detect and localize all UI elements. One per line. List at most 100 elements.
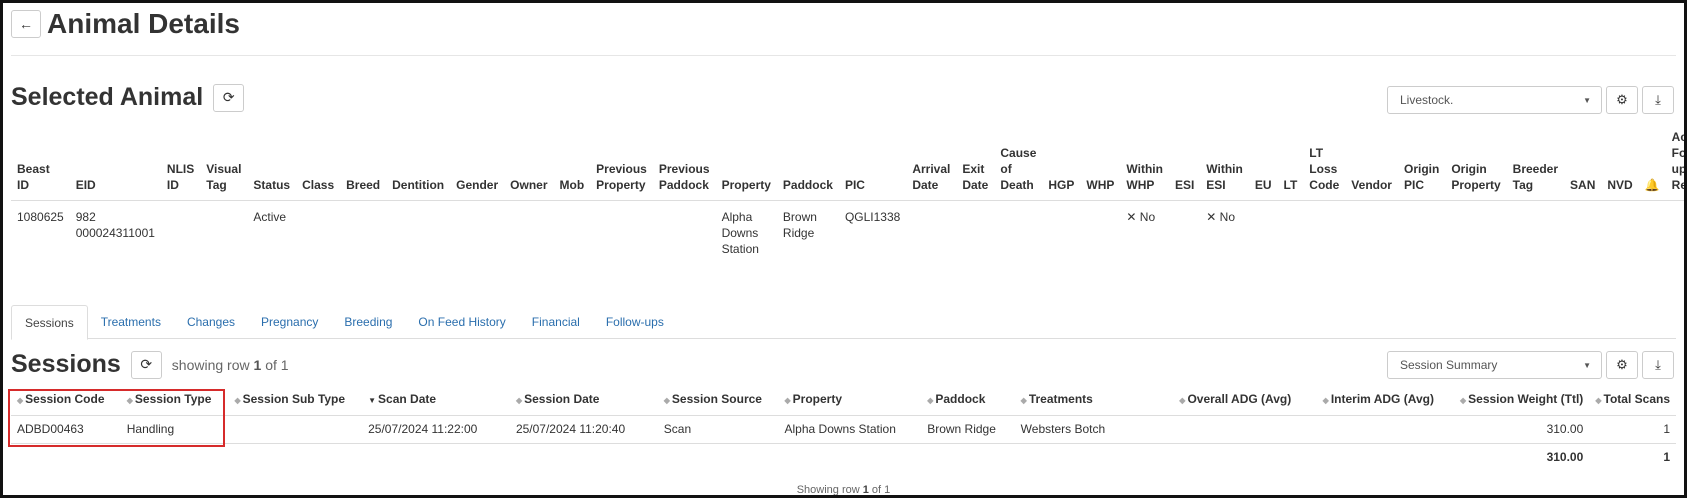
livestock-view-select[interactable]: Livestock. ▼ [1387, 86, 1602, 114]
animal-settings-button[interactable]: ⚙ [1606, 86, 1638, 114]
col-active-follow-up-reasons[interactable]: Active Follow-up Reasons [1666, 129, 1684, 201]
selected-animal-table: Beast ID EID NLIS ID Visual Tag Status C… [11, 129, 1684, 267]
col-dentition[interactable]: Dentition [386, 129, 450, 201]
animal-header-row: Beast ID EID NLIS ID Visual Tag Status C… [11, 129, 1684, 201]
sort-desc-icon: ▼ [368, 395, 377, 405]
footer-num: 1 [862, 484, 869, 496]
tab-financial[interactable]: Financial [519, 305, 593, 339]
col-nvd[interactable]: NVD [1601, 129, 1638, 201]
cell-scan-date: 25/07/2024 11:22:00 [368, 422, 478, 436]
tab-on-feed-history[interactable]: On Feed History [405, 305, 518, 339]
col-beast-id[interactable]: Beast ID [11, 129, 70, 201]
col-previous-property[interactable]: Previous Property [590, 129, 653, 201]
refresh-animal-button[interactable]: ⟳ [213, 83, 245, 112]
table-row[interactable]: ADBD00463 Handling 25/07/2024 11:22:00 2… [11, 415, 1676, 443]
col-eid[interactable]: EID [70, 129, 161, 201]
tab-changes[interactable]: Changes [174, 305, 248, 339]
col-breed[interactable]: Breed [340, 129, 386, 201]
sort-icon: ◆ [784, 395, 791, 405]
col-scan-date[interactable]: ▼ Scan Date [362, 387, 510, 415]
col-within-whp[interactable]: Within WHP [1120, 129, 1169, 201]
tab-follow-ups[interactable]: Follow-ups [593, 305, 677, 339]
col-overall-adg[interactable]: ◆ Overall ADG (Avg) [1155, 387, 1297, 415]
col-session-weight[interactable]: ◆ Session Weight (Ttl) [1440, 387, 1589, 415]
col-owner[interactable]: Owner [504, 129, 553, 201]
col-property[interactable]: Property [716, 129, 777, 201]
col-treatments-label: Treatments [1028, 391, 1093, 406]
sessions-download-button[interactable]: ⤓ [1642, 351, 1674, 379]
col-eu[interactable]: EU [1249, 129, 1278, 201]
col-vendor[interactable]: Vendor [1345, 129, 1398, 201]
sort-icon: ◆ [1460, 395, 1467, 405]
col-session-source[interactable]: ◆ Session Source [658, 387, 779, 415]
showing-prefix: showing row [171, 356, 250, 373]
col-lt-loss-code[interactable]: LT Loss Code [1303, 129, 1345, 201]
col-origin-pic[interactable]: Origin PIC [1398, 129, 1445, 201]
col-interim-adg[interactable]: ◆ Interim ADG (Avg) [1297, 387, 1440, 415]
col-whp[interactable]: WHP [1080, 129, 1120, 201]
col-treatments[interactable]: ◆ Treatments [1015, 387, 1156, 415]
col-class[interactable]: Class [296, 129, 340, 201]
col-san[interactable]: SAN [1564, 129, 1601, 201]
col-session-sub-type[interactable]: ◆ Session Sub Type [228, 387, 362, 415]
col-paddock[interactable]: ◆ Paddock [921, 387, 1014, 415]
col-property[interactable]: ◆ Property [779, 387, 922, 415]
col-hgp[interactable]: HGP [1042, 129, 1080, 201]
total-scans: 1 [1663, 450, 1670, 465]
col-total-scans-label: Total Scans [1603, 391, 1670, 406]
col-session-sub-type-label: Session Sub Type [242, 391, 346, 406]
col-status[interactable]: Status [247, 129, 296, 201]
col-breeder-tag[interactable]: Breeder Tag [1507, 129, 1564, 201]
col-session-date-label: Session Date [524, 391, 600, 406]
refresh-icon: ⟳ [140, 356, 153, 372]
col-session-date[interactable]: ◆ Session Date [510, 387, 658, 415]
col-gender[interactable]: Gender [450, 129, 504, 201]
cell-interim-adg [1297, 415, 1440, 443]
download-icon: ⤓ [1655, 92, 1661, 107]
cell-within-esi: ✕ No [1206, 210, 1236, 224]
col-interim-adg-label: Interim ADG (Avg) [1330, 391, 1434, 406]
refresh-sessions-button[interactable]: ⟳ [130, 350, 162, 379]
col-esi[interactable]: ESI [1169, 129, 1200, 201]
sessions-header-row: ◆ Session Code ◆ Session Type ◆ Session Sub… [11, 387, 1676, 415]
sort-icon: ◆ [1179, 395, 1186, 405]
col-previous-paddock[interactable]: Previous Paddock [653, 129, 716, 201]
tab-breeding[interactable]: Breeding [331, 305, 405, 339]
sort-icon: ◆ [927, 395, 934, 405]
tab-treatments[interactable]: Treatments [88, 305, 174, 339]
col-cause-of-death[interactable]: Cause of Death [994, 129, 1042, 201]
cell-session-date: 25/07/2024 11:20:40 [515, 422, 626, 436]
sort-icon: ◆ [1322, 395, 1329, 405]
app-frame: ← Animal Details Selected Animal ⟳ Lives… [0, 0, 1687, 498]
animal-row[interactable]: 1080625 982 000024311001 Active Alpha Do… [11, 201, 1684, 267]
livestock-view-value: Livestock. [1400, 93, 1454, 107]
showing-of: of [265, 356, 277, 373]
col-lt[interactable]: LT [1278, 129, 1304, 201]
col-arrival-date[interactable]: Arrival Date [906, 129, 956, 201]
session-view-select[interactable]: Session Summary ▼ [1387, 351, 1602, 379]
col-alerts[interactable]: 🔔 [1639, 129, 1666, 201]
col-nlis-id[interactable]: NLIS ID [161, 129, 200, 201]
showing-total: 1 [280, 356, 289, 373]
col-visual-tag[interactable]: Visual Tag [200, 129, 247, 201]
cell-overall-adg [1155, 415, 1297, 443]
col-paddock[interactable]: Paddock [777, 129, 839, 201]
refresh-icon: ⟳ [222, 89, 235, 105]
animal-download-button[interactable]: ⤓ [1642, 86, 1674, 114]
col-pic[interactable]: PIC [839, 129, 906, 201]
cell-property: Alpha Downs Station [784, 422, 896, 436]
cell-pic: QGLI1338 [844, 210, 901, 224]
tab-sessions[interactable]: Sessions [11, 305, 88, 340]
col-exit-date[interactable]: Exit Date [956, 129, 994, 201]
highlight-box [8, 389, 225, 447]
page-header: ← Animal Details [11, 8, 240, 40]
sort-icon: ◆ [1020, 395, 1027, 405]
col-within-esi[interactable]: Within ESI [1200, 129, 1249, 201]
sessions-settings-button[interactable]: ⚙ [1606, 351, 1638, 379]
col-total-scans[interactable]: ◆ Total Scans [1589, 387, 1676, 415]
col-origin-property[interactable]: Origin Property [1445, 129, 1506, 201]
col-mob[interactable]: Mob [554, 129, 591, 201]
download-icon: ⤓ [1655, 357, 1661, 372]
tab-pregnancy[interactable]: Pregnancy [248, 305, 331, 339]
back-button[interactable]: ← [11, 10, 41, 38]
